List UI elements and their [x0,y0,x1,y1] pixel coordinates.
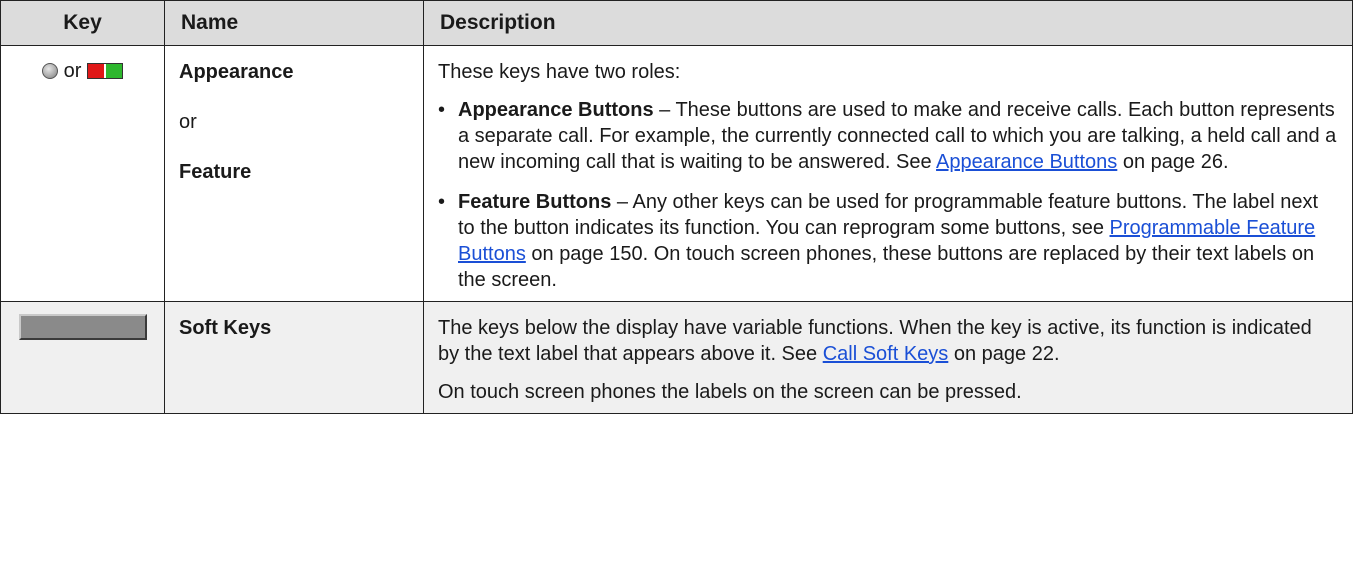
grey-circle-icon [41,63,58,79]
key-icons: or [41,58,124,84]
red-green-led-icon [87,63,124,79]
description-paragraph: The keys below the display have variable… [438,317,1312,365]
key-cell [0,301,165,414]
grey-soft-key-icon [18,314,147,340]
appearance-buttons-link[interactable]: Appearance Buttons [936,151,1117,173]
key-table: Key Name Description or Appearance or Fe… [0,0,1353,414]
key-cell: or [0,45,165,302]
bullet-appearance-buttons: • Appearance Buttons – These buttons are… [438,97,1338,175]
table-row: Soft Keys The keys below the display hav… [0,301,1353,414]
key-or-text: or [63,60,82,82]
name-appearance: Appearance [179,61,294,83]
description-paragraph-2: On touch screen phones the labels on the… [438,381,1022,403]
name-cell: Soft Keys [164,301,424,414]
name-feature: Feature [179,161,252,183]
bullet-title: Feature Buttons [458,191,612,213]
name-soft-keys: Soft Keys [179,317,272,339]
bullet-dot: • [438,99,446,121]
header-name: Name [164,0,424,46]
bullet-title: Appearance Buttons [458,99,654,121]
description-cell: The keys below the display have variable… [423,301,1353,414]
header-key: Key [0,0,165,46]
name-or: or [179,111,197,133]
table-row: or Appearance or Feature These keys have… [0,45,1353,302]
bullet-text-end: on page 150. On touch screen phones, the… [458,243,1315,291]
bullet-text-end: on page 26. [1117,151,1229,173]
description-cell: These keys have two roles: • Appearance … [423,45,1353,302]
bullet-feature-buttons: • Feature Buttons – Any other keys can b… [438,189,1338,293]
call-soft-keys-link[interactable]: Call Soft Keys [823,343,949,365]
name-cell: Appearance or Feature [164,45,424,302]
description-intro: These keys have two roles: [438,61,681,83]
table-header-row: Key Name Description [0,0,1353,46]
bullet-dot: • [438,191,446,213]
header-description: Description [423,0,1353,46]
